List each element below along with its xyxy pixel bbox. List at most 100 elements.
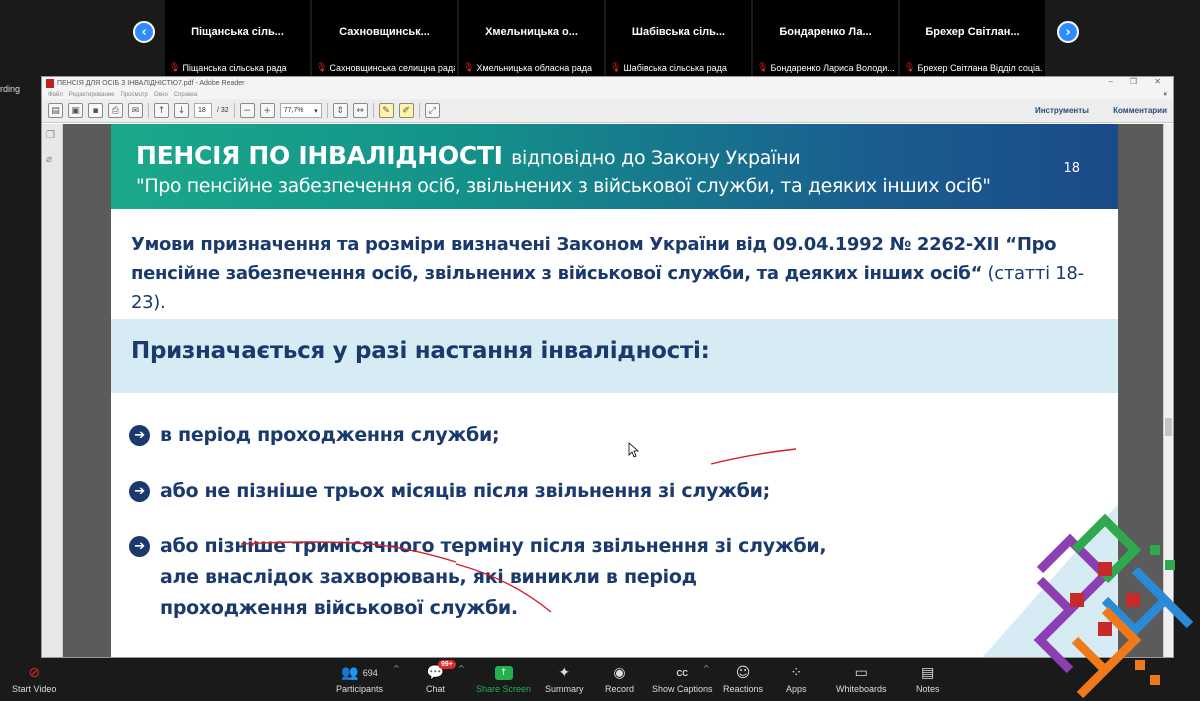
- logo-square: [1126, 593, 1140, 607]
- logo-accent: [1150, 675, 1160, 685]
- participant-tile[interactable]: Бондаренко Ла... 🎙 Бондаренко Лариса Воло…: [753, 0, 898, 76]
- menu-help[interactable]: Справка: [174, 92, 198, 98]
- mic-muted-icon: 🎙: [316, 62, 328, 72]
- band-heading: Призначається у разі настання інваліднос…: [131, 338, 710, 364]
- participant-subtitle: 🎙 Хмельницька обласна рада: [463, 62, 593, 73]
- slide-subtitle: "Про пенсійне забезпечення осіб, звільне…: [136, 175, 991, 197]
- menu-bar: Файл Редактирование Просмотр Окно Справк…: [42, 90, 1173, 99]
- email-icon[interactable]: ✉: [128, 103, 143, 118]
- highlight-icon[interactable]: ✐: [398, 103, 414, 118]
- zoom-select[interactable]: 77,7% ▾: [279, 103, 322, 118]
- participants-button[interactable]: 👥 694 Participants: [336, 662, 383, 694]
- scrollbar-thumb[interactable]: [1165, 418, 1172, 436]
- whiteboard-icon: ▭: [854, 665, 868, 681]
- comment-icon[interactable]: ✎: [378, 103, 394, 118]
- close-doc-icon[interactable]: ×: [1163, 92, 1167, 98]
- minimize-icon[interactable]: –: [1109, 77, 1113, 86]
- save-icon[interactable]: ▪: [88, 103, 103, 118]
- arrow-right-icon: ➔: [129, 481, 150, 502]
- cursor-icon: [628, 442, 640, 458]
- record-button[interactable]: ◉ Record: [605, 662, 634, 694]
- pages-icon[interactable]: ❐: [46, 130, 58, 142]
- list-item: ➔ або не пізніше трьох місяців після зві…: [129, 476, 770, 507]
- notes-button[interactable]: ▤ Notes: [916, 662, 940, 694]
- slide-intro: Умови призначення та розміри визначені З…: [131, 234, 1084, 313]
- logo-square: [1098, 622, 1112, 636]
- fit-page-icon[interactable]: ⇕: [332, 103, 348, 118]
- cc-icon: CC: [676, 668, 689, 678]
- participant-tile[interactable]: Хмельницька о... 🎙 Хмельницька обласна ра…: [459, 0, 604, 76]
- recording-label: rding: [0, 84, 21, 94]
- close-icon[interactable]: ✕: [1154, 77, 1161, 86]
- participant-tile[interactable]: Піщанська сіль... 🎙 Піщанська сільська ра…: [165, 0, 310, 76]
- page-number-input[interactable]: 18: [194, 103, 212, 118]
- participant-name: Брехер Світлан...: [925, 26, 1020, 38]
- pdf-app-icon: [46, 79, 54, 88]
- participant-tile[interactable]: Сахновщинськ... 🎙 Сахновщинська селищна р…: [312, 0, 457, 76]
- participant-subtitle: 🎙 Піщанська сільська рада: [169, 62, 287, 73]
- toolbar-divider: [418, 103, 420, 118]
- video-off-icon: ⊘: [28, 665, 41, 681]
- maximize-icon[interactable]: ❐: [1130, 77, 1137, 86]
- chevron-up-icon[interactable]: ^: [393, 664, 400, 673]
- record-icon: ◉: [613, 665, 626, 681]
- chevron-up-icon[interactable]: ^: [458, 664, 465, 673]
- share-screen-button[interactable]: ↑ Share Screen: [476, 662, 531, 694]
- logo-square: [1098, 562, 1112, 576]
- reactions-icon: ☺: [735, 665, 751, 681]
- toolbar-divider: [372, 103, 374, 118]
- summary-button[interactable]: ✦ Summary: [545, 662, 584, 694]
- menu-edit[interactable]: Редактирование: [69, 92, 115, 98]
- participant-subtitle: 🎙 Шабівська сільська рада: [610, 62, 727, 73]
- participant-name: Сахновщинськ...: [339, 26, 430, 38]
- fit-width-icon[interactable]: ⇔: [352, 103, 368, 118]
- window-titlebar: ПЕНСІЯ ДЛЯ ОСІБ З ІНВАЛІДНІСТЮ7.pdf - Ad…: [42, 77, 1173, 90]
- participant-subtitle: 🎙 Сахновщинська селищна рада: [316, 62, 455, 73]
- reader-toolbar: ▤ ▣ ▪ ⎙ ✉ ↑ ↓ 18 / 32 − + 77,7% ▾ ⇕ ⇔ ✎ ✐…: [42, 99, 1173, 123]
- participant-tile[interactable]: Шабівська сіль... 🎙 Шабівська сільська ра…: [606, 0, 751, 76]
- tools-link[interactable]: Инструменты: [1035, 106, 1089, 115]
- list-item: ➔ в період проходження служби;: [129, 420, 500, 451]
- comments-link[interactable]: Комментарии: [1113, 106, 1167, 115]
- slide-page: ПЕНСІЯ ПО ІНВАЛІДНОСТІ відповідно до Зак…: [111, 124, 1118, 657]
- print-icon[interactable]: ⎙: [108, 103, 123, 118]
- chevron-down-icon: ▾: [314, 107, 318, 115]
- ink-stroke: [710, 448, 797, 465]
- chevron-right-icon[interactable]: ›: [1057, 21, 1079, 43]
- ornament-logo: [1033, 513, 1194, 699]
- navigation-panel: ❐ ⌀: [42, 124, 63, 657]
- toolbar-divider: [326, 103, 328, 118]
- chevron-left-icon[interactable]: ‹: [133, 21, 155, 43]
- page-up-icon[interactable]: ↑: [154, 103, 169, 118]
- share-screen-icon: ↑: [494, 666, 513, 680]
- menu-view[interactable]: Просмотр: [120, 92, 147, 98]
- whiteboards-button[interactable]: ▭ Whiteboards: [836, 662, 887, 694]
- page-total: / 32: [217, 107, 229, 114]
- mic-muted-icon: 🎙: [904, 62, 916, 72]
- participant-tile[interactable]: Брехер Світлан... 🎙 Брехер Світлана Відді…: [900, 0, 1045, 76]
- apps-button[interactable]: ⁘ Apps: [786, 662, 807, 694]
- participant-name: Хмельницька о...: [485, 26, 578, 38]
- document-area: ПЕНСІЯ ПО ІНВАЛІДНОСТІ відповідно до Зак…: [63, 124, 1163, 657]
- logo-square: [1070, 593, 1084, 607]
- open-icon[interactable]: ▣: [68, 103, 83, 118]
- menu-window[interactable]: Окно: [154, 92, 168, 98]
- apps-icon: ⁘: [790, 665, 803, 681]
- participant-subtitle: 🎙 Бондаренко Лариса Володи...: [757, 62, 895, 73]
- reactions-button[interactable]: ☺ Reactions: [723, 662, 763, 694]
- page-down-icon[interactable]: ↓: [174, 103, 189, 118]
- mic-muted-icon: 🎙: [757, 62, 769, 72]
- list-item: ➔ або пізніше тримісячного терміну після…: [129, 531, 829, 624]
- menu-file[interactable]: Файл: [48, 92, 63, 98]
- attachments-icon[interactable]: ⌀: [46, 154, 58, 166]
- create-pdf-icon[interactable]: ▤: [48, 103, 63, 118]
- window-title: ПЕНСІЯ ДЛЯ ОСІБ З ІНВАЛІДНІСТЮ7.pdf - Ad…: [57, 80, 245, 87]
- zoom-out-icon[interactable]: −: [239, 103, 255, 118]
- expand-icon[interactable]: ⤢: [424, 103, 440, 118]
- start-video-button[interactable]: ⊘ Start Video: [12, 662, 56, 694]
- participant-name: Шабівська сіль...: [631, 26, 726, 38]
- chevron-up-icon[interactable]: ^: [703, 664, 710, 673]
- mic-muted-icon: 🎙: [463, 62, 475, 72]
- slide-title: ПЕНСІЯ ПО ІНВАЛІДНОСТІ відповідно до Зак…: [136, 141, 801, 170]
- zoom-in-icon[interactable]: +: [259, 103, 275, 118]
